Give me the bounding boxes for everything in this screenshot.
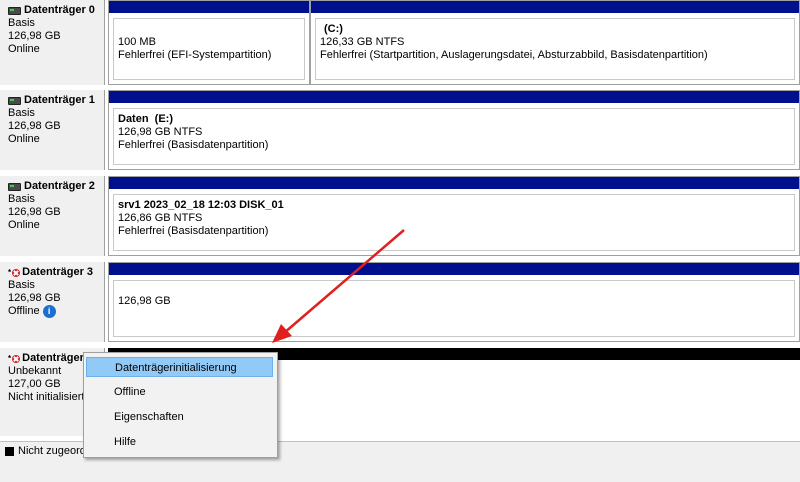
info-icon[interactable]: i (42, 305, 56, 318)
partition-bar (311, 1, 799, 13)
partition-status: Fehlerfrei (Basisdatenpartition) (118, 225, 269, 237)
disk-icon (8, 182, 21, 191)
partition-bar (109, 263, 799, 275)
partition-title: srv1 2023_02_18 12:03 DISK_01 (118, 199, 284, 211)
disk-row-3: * Datenträger 3 Basis 126,98 GB Offline … (0, 262, 800, 342)
disk-name: Datenträger 2 (8, 180, 104, 193)
legend-label-unallocated: Nicht zugeord (18, 445, 86, 457)
partition-size: 126,86 GB NTFS (118, 212, 203, 224)
menu-item-properties[interactable]: Eigenschaften (86, 407, 273, 427)
disk-status: Online (8, 43, 40, 55)
partition-title: (C:) (324, 23, 343, 35)
disk-size: 126,98 GB (8, 30, 61, 42)
disk-type: Basis (8, 193, 35, 205)
partition-body: 126,98 GB (113, 280, 795, 337)
partition-title: Daten (E:) (118, 113, 173, 125)
partition-efi[interactable]: 100 MB Fehlerfrei (EFI-Systempartition) (108, 0, 310, 85)
menu-item-offline[interactable]: Offline (86, 382, 273, 402)
disk-name: Datenträger 0 (8, 4, 104, 17)
partition-body: srv1 2023_02_18 12:03 DISK_01 126,86 GB … (113, 194, 795, 251)
disk-row-0: Datenträger 0 Basis 126,98 GB Online 100… (0, 0, 800, 85)
disk-icon (8, 6, 21, 15)
partition-body: 100 MB Fehlerfrei (EFI-Systempartition) (113, 18, 305, 80)
partition-size: 126,33 GB NTFS (320, 36, 405, 48)
star-marker: * (8, 354, 12, 363)
disk-name: * Datenträger 3 (8, 266, 94, 278)
disk-label-1[interactable]: Datenträger 1 Basis 126,98 GB Online (0, 90, 105, 170)
disk-status: Online (8, 133, 40, 145)
disk-icon (8, 96, 21, 105)
legend-swatch-unallocated (5, 447, 14, 456)
menu-item-help[interactable]: Hilfe (86, 432, 273, 452)
partition-srv1[interactable]: srv1 2023_02_18 12:03 DISK_01 126,86 GB … (108, 176, 800, 256)
disk-row-1: Datenträger 1 Basis 126,98 GB Online Dat… (0, 90, 800, 170)
partition-bar (109, 91, 799, 103)
partition-bar (109, 1, 309, 13)
partition-status: Fehlerfrei (Startpartition, Auslagerungs… (320, 49, 708, 61)
partition-size: 126,98 GB NTFS (118, 126, 203, 138)
disk-size: 126,98 GB (8, 206, 61, 218)
disk-label-3[interactable]: * Datenträger 3 Basis 126,98 GB Offline … (0, 262, 105, 342)
partition-body: Daten (E:) 126,98 GB NTFS Fehlerfrei (Ba… (113, 108, 795, 165)
star-marker: * (8, 268, 12, 277)
disk-label-0[interactable]: Datenträger 0 Basis 126,98 GB Online (0, 0, 105, 85)
disk-name: Datenträger 1 (8, 94, 104, 107)
partition-bar (109, 177, 799, 189)
partition-status: Fehlerfrei (EFI-Systempartition) (118, 49, 272, 61)
disk-type: Basis (8, 279, 35, 291)
disk-type: Basis (8, 107, 35, 119)
disk-label-2[interactable]: Datenträger 2 Basis 126,98 GB Online (0, 176, 105, 256)
partition-body: (C:) 126,33 GB NTFS Fehlerfrei (Startpar… (315, 18, 795, 80)
disk-row-2: Datenträger 2 Basis 126,98 GB Online srv… (0, 176, 800, 256)
disk-size: 126,98 GB (8, 120, 61, 132)
partition-e[interactable]: Daten (E:) 126,98 GB NTFS Fehlerfrei (Ba… (108, 90, 800, 170)
disk-error-icon (12, 354, 21, 363)
disk-status: Online (8, 219, 40, 231)
disk-type: Basis (8, 17, 35, 29)
disk-status-line: Offline i (8, 305, 104, 318)
disk-size: 126,98 GB (8, 292, 61, 304)
disk-status: Offline (8, 305, 40, 317)
partition-c[interactable]: (C:) 126,33 GB NTFS Fehlerfrei (Startpar… (310, 0, 800, 85)
partition-size: 100 MB (118, 36, 156, 48)
status-bar (0, 462, 800, 482)
partition-offline[interactable]: 126,98 GB (108, 262, 800, 342)
menu-item-initialize[interactable]: Datenträgerinitialisierung (86, 357, 273, 377)
disk-error-icon (12, 268, 21, 277)
partition-status: Fehlerfrei (Basisdatenpartition) (118, 139, 269, 151)
partition-size: 126,98 GB (118, 295, 171, 307)
context-menu: Datenträgerinitialisierung Offline Eigen… (83, 352, 278, 458)
